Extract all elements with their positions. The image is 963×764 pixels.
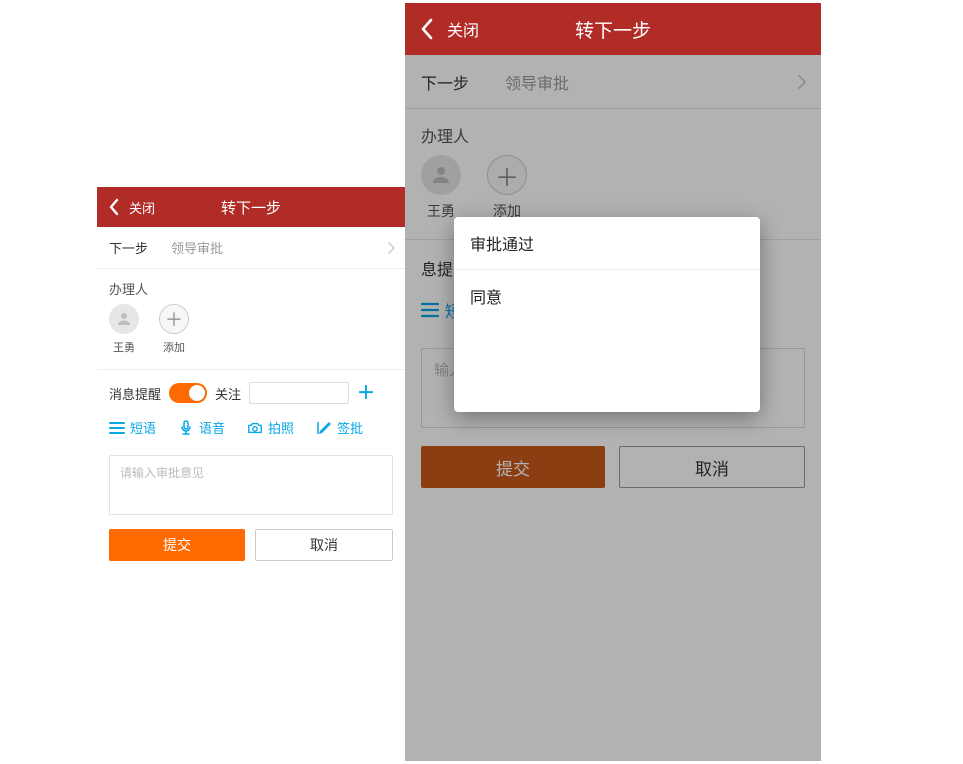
titlebar: 关闭 转下一步: [97, 187, 405, 227]
cancel-button[interactable]: 取消: [255, 529, 393, 561]
notify-row: 消息提醒 关注 ＋: [97, 370, 405, 412]
photo-button[interactable]: 拍照: [247, 418, 294, 437]
person-icon: [115, 310, 133, 328]
phrase-button[interactable]: 短语: [109, 418, 156, 437]
popup-padding: [454, 322, 760, 412]
close-button[interactable]: 关闭: [447, 17, 479, 41]
watch-label: 关注: [215, 384, 241, 403]
chevron-right-icon: [387, 242, 395, 254]
phone-screen-left: 关闭 转下一步 下一步 领导审批 办理人 王勇 ＋ 添加 消息提醒 关注 ＋: [97, 187, 405, 571]
photo-label: 拍照: [268, 418, 294, 437]
chevron-left-icon: [420, 18, 434, 40]
add-label: 添加: [163, 339, 185, 355]
chevron-left-icon: [108, 198, 120, 216]
avatar: [109, 304, 139, 334]
add-watcher-button[interactable]: ＋: [357, 384, 375, 402]
phrase-popup: 审批通过 同意: [454, 217, 760, 412]
next-step-row[interactable]: 下一步 领导审批: [97, 227, 405, 269]
next-step-value: 领导审批: [171, 238, 223, 257]
handler-person[interactable]: 王勇: [109, 304, 139, 355]
add-handler[interactable]: ＋ 添加: [159, 304, 189, 355]
titlebar: 关闭 转下一步: [405, 3, 821, 55]
comment-textarea[interactable]: 请输入审批意见: [109, 455, 393, 515]
close-button[interactable]: 关闭: [129, 198, 155, 217]
back-button[interactable]: [405, 3, 449, 55]
microphone-icon: [178, 420, 194, 436]
phone-screen-right: 关闭 转下一步 下一步 领导审批 办理人 王勇 ＋ 添加: [405, 3, 821, 761]
pen-icon: [316, 420, 332, 436]
back-button[interactable]: [97, 187, 131, 227]
camera-icon: [247, 420, 263, 436]
popup-item-approved[interactable]: 审批通过: [454, 217, 760, 269]
handler-section-label: 办理人: [97, 269, 405, 302]
phrase-label: 短语: [130, 418, 156, 437]
notify-toggle[interactable]: [169, 383, 207, 403]
voice-label: 语音: [199, 418, 225, 437]
plus-icon: ＋: [159, 304, 189, 334]
watch-input[interactable]: [249, 382, 349, 404]
submit-button[interactable]: 提交: [109, 529, 245, 561]
action-toolbar: 短语 语音 拍照 签批: [97, 412, 405, 449]
next-step-label: 下一步: [109, 238, 171, 257]
comment-placeholder: 请输入审批意见: [120, 466, 204, 480]
menu-lines-icon: [109, 420, 125, 436]
handler-people: 王勇 ＋ 添加: [97, 302, 405, 370]
popup-item-agree[interactable]: 同意: [454, 269, 760, 322]
voice-button[interactable]: 语音: [178, 418, 225, 437]
sign-button[interactable]: 签批: [316, 418, 363, 437]
handler-name: 王勇: [113, 339, 135, 355]
button-row: 提交 取消: [97, 529, 405, 571]
sign-label: 签批: [337, 418, 363, 437]
notify-label: 消息提醒: [109, 384, 161, 403]
